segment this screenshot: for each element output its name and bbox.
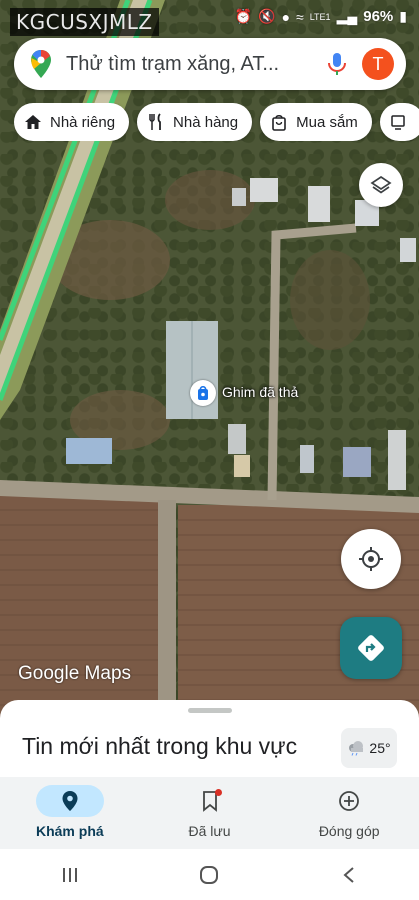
weather-temp: 25° (369, 740, 391, 756)
restaurant-icon (149, 113, 161, 130)
alarm-icon: ⏰ (234, 8, 253, 24)
directions-icon (358, 635, 384, 661)
location-pin-icon (62, 791, 78, 811)
status-icons: ⏰ 🔇 ● ≈ LTE1 ▂▄ 96% ▮ (235, 8, 407, 25)
nav-icon-wrap (35, 785, 104, 817)
tab-explore[interactable]: Khám phá (0, 777, 140, 849)
google-maps-pin-icon (31, 50, 51, 78)
more-icon (391, 115, 405, 130)
chip-more[interactable] (379, 103, 419, 141)
battery-icon: ▮ (399, 8, 407, 24)
nav-label: Khám phá (35, 823, 104, 839)
chip-label: Mua sắm (296, 113, 358, 131)
recent-apps-icon (62, 867, 77, 882)
pin-label: Ghim đã thả (222, 384, 299, 400)
google-maps-logo: Google Maps (18, 663, 132, 684)
bottom-nav: Khám phá Đã lưu Đóng góp (0, 777, 419, 849)
overlay-label: KGCUSXJMLZ (10, 8, 159, 36)
location-icon: ● (281, 8, 291, 25)
tab-contribute[interactable]: Đóng góp (279, 777, 419, 849)
layers-button[interactable] (359, 163, 403, 207)
avatar[interactable]: T (362, 48, 394, 80)
notification-dot (214, 789, 222, 796)
mute-icon: 🔇 (258, 8, 276, 24)
sheet-title: Tin mới nhất trong khu vực (22, 733, 298, 759)
chip-restaurant[interactable]: Nhà hàng (137, 103, 253, 141)
shopping-bag-icon (272, 114, 286, 131)
home-icon (25, 115, 41, 129)
crosshair-icon (359, 547, 383, 571)
tab-saved[interactable]: Đã lưu (140, 777, 280, 849)
pin-icon (198, 385, 208, 400)
back-button[interactable] (329, 860, 369, 890)
search-bar[interactable]: Thử tìm trạm xăng, AT... T (14, 38, 406, 90)
layers-icon (370, 175, 392, 194)
chip-label: Nhà hàng (173, 113, 239, 131)
directions-button[interactable] (340, 617, 402, 679)
dropped-pin-marker[interactable] (190, 380, 216, 406)
signal-icon: ▂▄ (336, 8, 358, 24)
add-circle-icon (339, 791, 360, 811)
weather-chip[interactable]: 25° (341, 728, 397, 768)
my-location-button[interactable] (341, 529, 401, 589)
nav-label: Đã lưu (188, 823, 231, 839)
wifi-icon: ≈ (296, 8, 304, 25)
sheet-drag-handle[interactable] (188, 708, 232, 713)
network-label: LTE1 (309, 11, 331, 22)
nav-label: Đóng góp (318, 823, 380, 839)
chip-label: Nhà riêng (50, 113, 116, 131)
back-icon (343, 866, 354, 883)
recent-apps-button[interactable] (50, 860, 90, 890)
mic-icon[interactable] (326, 51, 348, 77)
nav-icon-wrap (176, 785, 244, 817)
status-bar: KGCUSXJMLZ ⏰ 🔇 ● ≈ LTE1 ▂▄ 96% ▮ (0, 0, 419, 36)
battery-percent: 96% (363, 8, 394, 25)
category-chips: Nhà riêng Nhà hàng Mua sắm (14, 103, 419, 141)
cloud-icon (349, 741, 364, 756)
nav-icon-wrap (315, 785, 383, 817)
home-circle-icon (200, 865, 219, 884)
chip-home[interactable]: Nhà riêng (14, 103, 130, 141)
home-button[interactable] (189, 860, 229, 890)
search-input[interactable]: Thử tìm trạm xăng, AT... (66, 53, 326, 76)
chip-shopping[interactable]: Mua sắm (260, 103, 372, 141)
system-nav-bar (0, 849, 419, 900)
